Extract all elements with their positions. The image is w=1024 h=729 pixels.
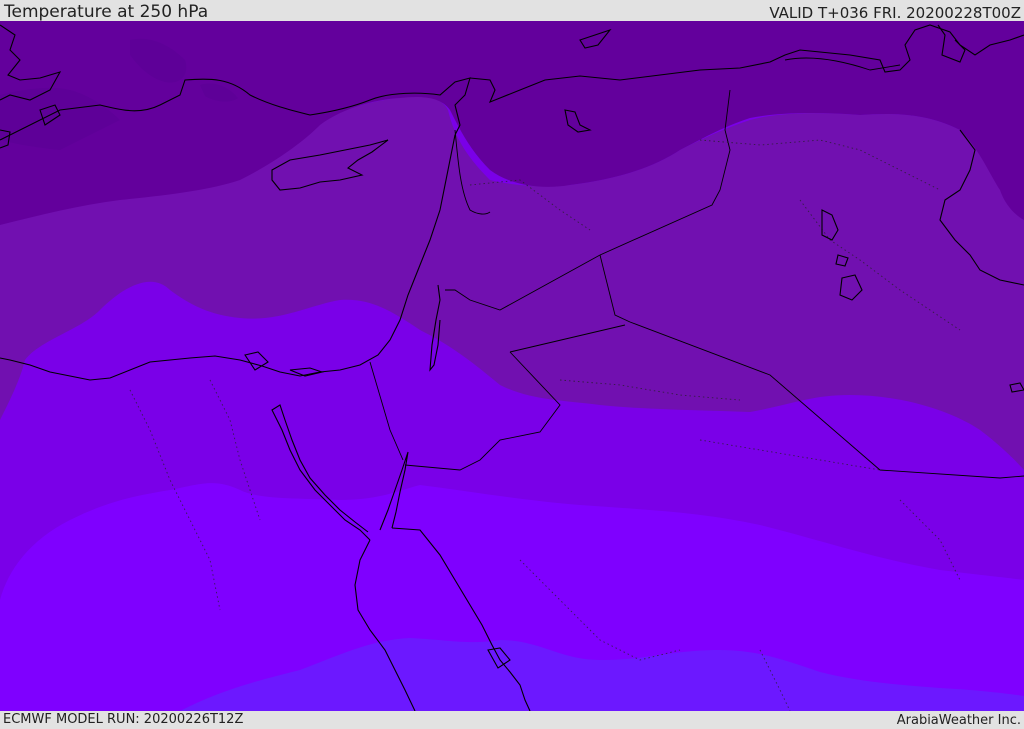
credit-label: ArabiaWeather Inc. bbox=[896, 713, 1021, 728]
model-run-label: ECMWF MODEL RUN: 20200226T12Z bbox=[3, 712, 244, 727]
map-title: Temperature at 250 hPa bbox=[4, 2, 209, 22]
valid-time: VALID T+036 FRI. 20200228T00Z bbox=[769, 4, 1021, 22]
temperature-map bbox=[0, 21, 1024, 711]
footer-bar: ECMWF MODEL RUN: 20200226T12Z ArabiaWeat… bbox=[0, 711, 1024, 729]
header-bar: Temperature at 250 hPa VALID T+036 FRI. … bbox=[0, 0, 1024, 21]
map-canvas[interactable] bbox=[0, 21, 1024, 711]
